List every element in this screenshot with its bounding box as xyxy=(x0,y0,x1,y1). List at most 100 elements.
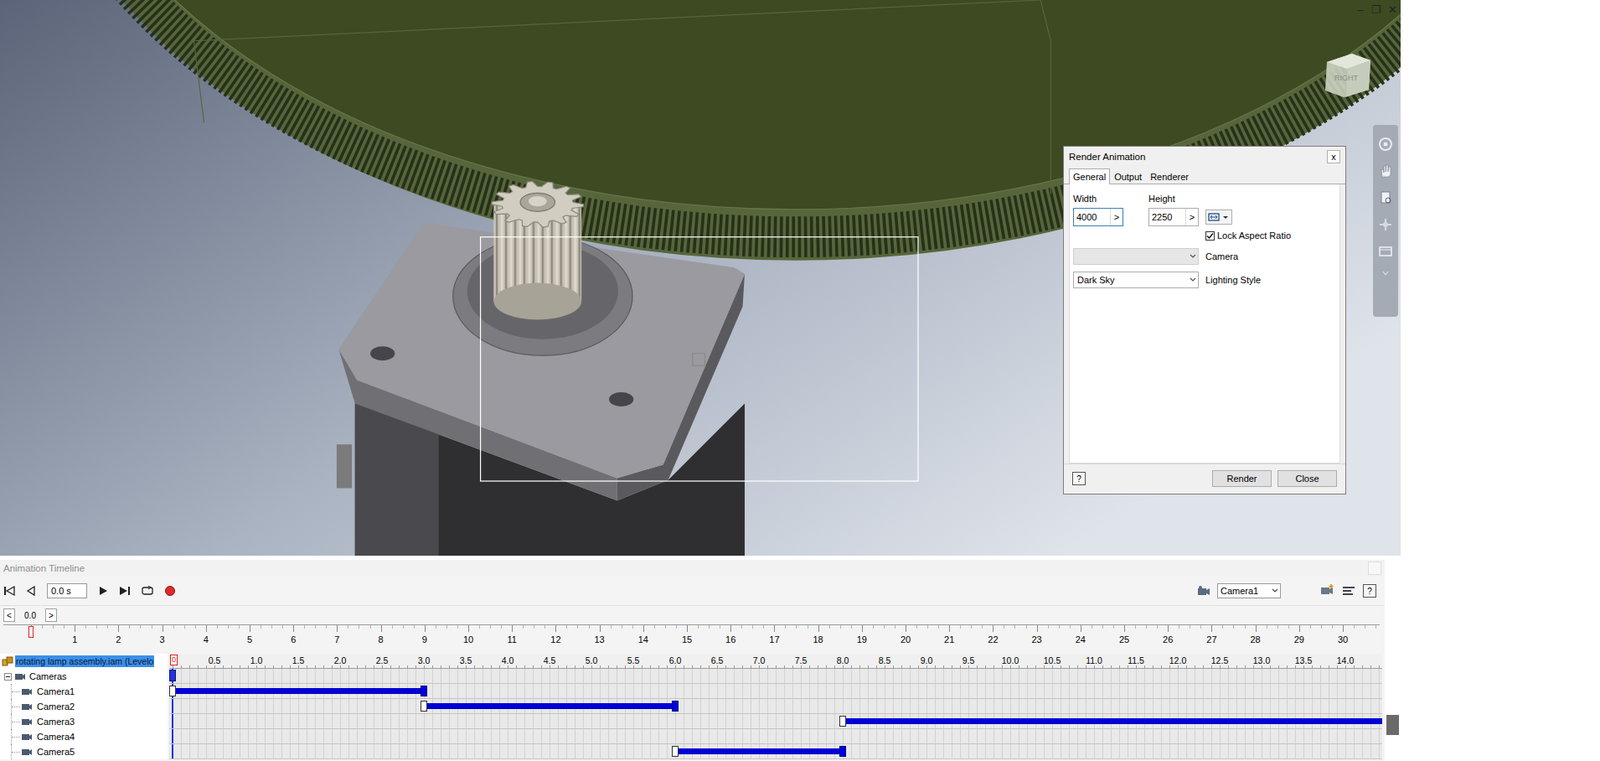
camera-select[interactable]: Camera1 xyxy=(1217,583,1281,599)
view-cube-label[interactable]: RIGHT xyxy=(1325,73,1368,83)
dialog-tab[interactable]: Renderer xyxy=(1145,168,1193,185)
tree-item[interactable]: Camera1 xyxy=(0,683,168,699)
playhead-handle[interactable] xyxy=(169,669,176,682)
go-to-end-icon[interactable] xyxy=(118,584,131,597)
restore-button[interactable]: ❐ xyxy=(1371,3,1382,17)
minimize-button[interactable]: – xyxy=(1355,3,1366,17)
lighting-style-dropdown-value[interactable]: Dark Sky xyxy=(1073,274,1188,285)
step-back-icon[interactable] xyxy=(25,584,37,597)
size-preset-dropdown[interactable] xyxy=(1205,209,1233,225)
track-row[interactable] xyxy=(169,743,1383,759)
playhead-line[interactable] xyxy=(171,743,174,759)
tree-item-label[interactable]: Camera2 xyxy=(36,700,76,713)
pinion-gear[interactable] xyxy=(491,180,584,228)
track-row[interactable] xyxy=(169,698,1383,714)
pan-hand-icon[interactable] xyxy=(1378,163,1394,179)
dialog-tab[interactable]: General xyxy=(1068,168,1110,185)
tree-item[interactable]: Cameras xyxy=(0,668,168,684)
aspect-ratio-icon[interactable] xyxy=(1206,210,1222,224)
camera-segment-bar[interactable] xyxy=(172,687,424,694)
tree-item-label[interactable]: Cameras xyxy=(28,670,68,682)
frame-ruler[interactable]: 1234567891011121314151617181920212223242… xyxy=(3,624,1380,651)
lock-aspect-ratio[interactable]: Lock Aspect Ratio xyxy=(1205,229,1337,242)
tree-item-label[interactable]: Camera5 xyxy=(36,745,76,758)
chevron-down-icon[interactable] xyxy=(1221,210,1230,224)
lock-aspect-ratio-label[interactable]: Lock Aspect Ratio xyxy=(1217,229,1291,242)
tree-item[interactable]: Camera5 xyxy=(0,743,168,759)
cube-icon[interactable] xyxy=(1318,43,1378,103)
dialog-tab[interactable]: Output xyxy=(1109,168,1146,185)
start-keyframe[interactable] xyxy=(420,700,428,712)
scrub-forward-button[interactable]: > xyxy=(45,608,57,622)
start-keyframe[interactable] xyxy=(671,745,679,757)
orbit-icon[interactable] xyxy=(1378,216,1394,233)
expand-toggle[interactable] xyxy=(4,672,12,681)
height-field-value[interactable]: 2250 xyxy=(1149,208,1186,226)
seconds-ruler[interactable]: 00.51.01.52.02.53.03.54.04.55.05.56.06.5… xyxy=(169,653,1383,669)
scrub-back-button[interactable]: < xyxy=(3,608,16,622)
height-field[interactable]: 2250> xyxy=(1148,207,1199,227)
play-icon[interactable] xyxy=(97,584,109,597)
camera-segment-bar[interactable] xyxy=(423,702,676,709)
frame-ruler-label: 18 xyxy=(812,634,823,646)
go-to-start-icon[interactable] xyxy=(3,584,16,597)
chevron-down-icon[interactable] xyxy=(1269,583,1280,598)
start-keyframe[interactable] xyxy=(169,685,176,697)
expand-icon[interactable] xyxy=(1382,270,1389,276)
tree-item[interactable]: Camera3 xyxy=(0,713,168,729)
camera-label: Camera xyxy=(1205,250,1337,263)
track-row[interactable] xyxy=(169,713,1383,729)
help-button[interactable]: ? xyxy=(1072,471,1086,486)
chevron-down-icon[interactable] xyxy=(1187,272,1198,288)
viewport[interactable]: –❐✕RIGHTRender AnimationxGeneralOutputRe… xyxy=(0,0,1401,556)
tree-item[interactable]: Camera2 xyxy=(0,698,168,714)
scrollbar-thumb[interactable] xyxy=(1386,714,1399,735)
timeline-help-button[interactable]: ? xyxy=(1362,583,1377,598)
record-icon[interactable] xyxy=(164,584,176,597)
frame-playhead[interactable] xyxy=(28,625,34,638)
seconds-playhead-label[interactable]: 0 xyxy=(170,654,178,666)
close-button[interactable]: ✕ xyxy=(1387,3,1398,17)
playhead-line[interactable] xyxy=(171,698,174,714)
add-camera-icon[interactable] xyxy=(1319,583,1335,598)
render-button[interactable]: Render xyxy=(1212,469,1272,487)
track-row[interactable] xyxy=(169,668,1383,684)
end-keyframe[interactable] xyxy=(671,700,679,712)
steering-wheel-icon[interactable] xyxy=(1378,136,1394,152)
end-keyframe[interactable] xyxy=(839,745,847,757)
width-field-arrow-button[interactable]: > xyxy=(1109,208,1123,226)
end-keyframe[interactable] xyxy=(420,685,428,697)
tree-item[interactable]: Camera4 xyxy=(0,728,168,744)
tree-item-label[interactable]: Camera3 xyxy=(36,715,76,728)
dialog-close-button[interactable]: x xyxy=(1326,149,1341,164)
timeline-scrollbar[interactable] xyxy=(1384,559,1401,761)
tree-item[interactable]: rotating lamp assembly.iam (Levelo xyxy=(0,653,168,669)
tree-item-label[interactable]: rotating lamp assembly.iam (Levelo xyxy=(15,655,155,667)
camera-segment-bar[interactable] xyxy=(842,717,1383,724)
playhead-line[interactable] xyxy=(171,728,174,744)
track-row[interactable] xyxy=(169,683,1383,699)
camera-segment-bar[interactable] xyxy=(675,748,843,754)
lock-aspect-ratio-checkbox[interactable] xyxy=(1205,231,1215,241)
timeline-close-box[interactable] xyxy=(1367,561,1382,575)
camera-select-value[interactable]: Camera1 xyxy=(1218,585,1270,596)
playhead-line[interactable] xyxy=(171,713,174,729)
zoom-icon[interactable] xyxy=(1378,190,1394,206)
chevron-down-icon[interactable] xyxy=(1187,248,1198,264)
width-field[interactable]: 4000> xyxy=(1073,207,1124,227)
track-row[interactable] xyxy=(169,728,1383,744)
lighting-style-dropdown[interactable]: Dark Sky xyxy=(1073,271,1199,289)
tree-item-label[interactable]: Camera4 xyxy=(36,730,76,743)
width-field-value[interactable]: 4000 xyxy=(1073,208,1110,226)
frame-ruler-label: 19 xyxy=(856,634,868,646)
height-field-arrow-button[interactable]: > xyxy=(1185,208,1198,226)
action-editor-icon[interactable] xyxy=(1341,583,1357,598)
look-at-icon[interactable] xyxy=(1378,243,1394,259)
scrub-value[interactable]: 0.0 xyxy=(17,608,43,622)
close-button[interactable]: Close xyxy=(1277,469,1337,487)
tree-item-label[interactable]: Camera1 xyxy=(36,685,76,697)
start-keyframe[interactable] xyxy=(839,715,847,727)
loop-icon[interactable] xyxy=(140,584,155,597)
view-cube[interactable]: RIGHT xyxy=(1318,43,1378,103)
time-field[interactable]: 0.0 s xyxy=(46,583,88,599)
